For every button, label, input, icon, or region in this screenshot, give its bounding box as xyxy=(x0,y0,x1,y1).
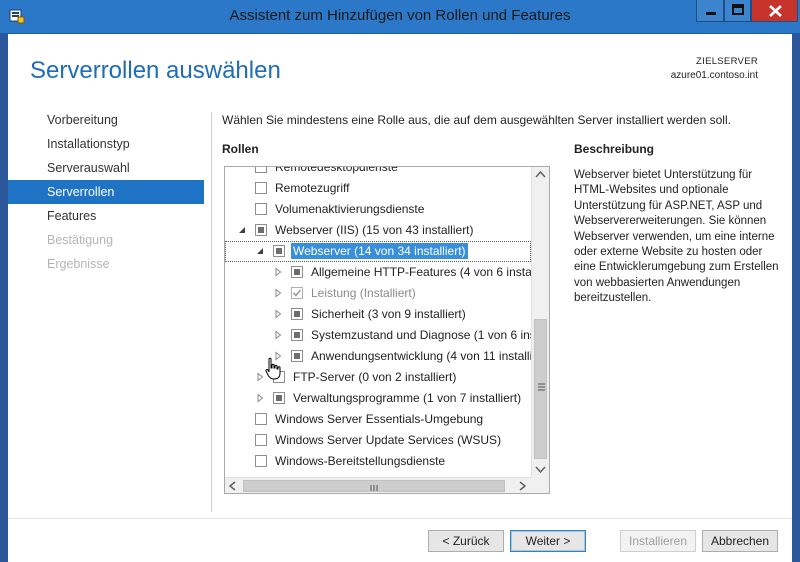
role-label: Windows-Bereitstellungsdienste xyxy=(275,454,446,468)
footer-divider xyxy=(8,518,792,519)
target-server-label: ZIELSERVER xyxy=(696,56,758,67)
role-tree-item[interactable]: Systemzustand und Diagnose (1 von 6 inst… xyxy=(225,325,531,346)
role-tree-item[interactable]: Windows Server Essentials-Umgebung xyxy=(225,409,531,430)
role-label: Webserver (IIS) (15 von 43 installiert) xyxy=(275,223,474,237)
checkmark-icon xyxy=(292,289,302,297)
collapsed-triangle-icon[interactable] xyxy=(273,309,283,319)
role-tree-item[interactable]: Webserver (14 von 34 installiert) xyxy=(225,241,531,262)
role-checkbox[interactable] xyxy=(255,455,267,467)
cancel-button[interactable]: Abbrechen xyxy=(702,530,778,552)
role-checkbox[interactable] xyxy=(255,413,267,425)
role-tree-item[interactable]: Remotedesktopdienste xyxy=(225,167,531,178)
role-checkbox[interactable] xyxy=(273,392,285,404)
role-label: Leistung (Installiert) xyxy=(311,286,416,300)
role-checkbox[interactable] xyxy=(291,350,303,362)
role-tree-item[interactable]: Verwaltungsprogramme (1 von 7 installier… xyxy=(225,388,531,409)
role-checkbox[interactable] xyxy=(291,287,303,299)
role-label: Allgemeine HTTP-Features (4 von 6 instal… xyxy=(311,265,531,279)
collapsed-triangle-icon[interactable] xyxy=(255,393,265,403)
nav-item-installationstyp[interactable]: Installationstyp xyxy=(8,132,204,156)
collapsed-triangle-icon[interactable] xyxy=(273,267,283,277)
vertical-scroll-thumb[interactable] xyxy=(534,319,547,459)
wizard-nav: Vorbereitung Installationstyp Serverausw… xyxy=(8,108,204,276)
role-checkbox[interactable] xyxy=(255,167,267,173)
scroll-left-icon[interactable] xyxy=(225,478,242,494)
expanded-triangle-icon[interactable] xyxy=(237,225,247,235)
role-label: Anwendungsentwicklung (4 von 11 installi… xyxy=(311,349,531,363)
description-heading: Beschreibung xyxy=(574,142,655,156)
role-label: Remotedesktopdienste xyxy=(275,167,398,174)
description-text: Webserver bietet Unterstützung für HTML-… xyxy=(574,169,779,305)
close-icon xyxy=(769,5,782,17)
nav-item-serverauswahl[interactable]: Serverauswahl xyxy=(8,156,204,180)
expanded-triangle-icon[interactable] xyxy=(255,246,265,256)
nav-item-ergebnisse: Ergebnisse xyxy=(47,257,110,271)
role-tree-item[interactable]: Remotezugriff xyxy=(225,178,531,199)
role-tree-item[interactable]: Webserver (IIS) (15 von 43 installiert) xyxy=(225,220,531,241)
role-tree-item[interactable]: Windows-Bereitstellungsdienste xyxy=(225,451,531,472)
maximize-button[interactable] xyxy=(724,0,751,22)
minimize-button[interactable] xyxy=(696,0,724,22)
wizard-client-area: Serverrollen auswählen ZIELSERVER azure0… xyxy=(8,34,792,562)
role-tree-item[interactable]: Allgemeine HTTP-Features (4 von 6 instal… xyxy=(225,262,531,283)
nav-item-serverrollen[interactable]: Serverrollen xyxy=(8,180,204,204)
title-bar: Assistent zum Hinzufügen von Rollen und … xyxy=(0,0,800,34)
minimize-icon xyxy=(706,12,716,15)
roles-tree-viewport: Remotedesktopdienste Remotezugriff Volumen… xyxy=(225,167,531,477)
nav-item-features[interactable]: Features xyxy=(8,204,204,228)
role-checkbox[interactable] xyxy=(255,203,267,215)
role-checkbox[interactable] xyxy=(273,245,285,257)
role-checkbox[interactable] xyxy=(255,434,267,446)
role-label: Sicherheit (3 von 9 installiert) xyxy=(311,307,466,321)
role-checkbox[interactable] xyxy=(291,266,303,278)
role-tree-item[interactable]: Sicherheit (3 von 9 installiert) xyxy=(225,304,531,325)
roles-tree[interactable]: Remotedesktopdienste Remotezugriff Volumen… xyxy=(224,166,550,494)
roles-heading: Rollen xyxy=(222,142,259,156)
role-label: Volumenaktivierungsdienste xyxy=(275,202,425,216)
role-label: Windows Server Update Services (WSUS) xyxy=(275,433,502,447)
page-title: Serverrollen auswählen xyxy=(30,57,281,84)
grip-icon xyxy=(538,383,545,391)
role-checkbox[interactable] xyxy=(255,182,267,194)
role-label: Webserver (14 von 34 installiert) xyxy=(291,243,468,259)
grip-icon xyxy=(370,485,378,491)
role-label: Windows Server Essentials-Umgebung xyxy=(275,412,484,426)
back-button[interactable]: < Zurück xyxy=(428,530,504,552)
role-label: Remotezugriff xyxy=(275,181,350,195)
hand-pointer-icon xyxy=(265,357,281,380)
nav-item-bestaetigung: Bestätigung xyxy=(47,233,114,247)
role-label: Verwaltungsprogramme (1 von 7 installier… xyxy=(293,391,522,405)
instruction-text: Wählen Sie mindestens eine Rolle aus, di… xyxy=(222,113,731,127)
nav-divider xyxy=(211,112,212,512)
close-button[interactable] xyxy=(751,0,798,22)
role-tree-item[interactable]: Volumenaktivierungsdienste xyxy=(225,199,531,220)
horizontal-scroll-thumb[interactable] xyxy=(243,480,505,492)
role-label: Systemzustand und Diagnose (1 von 6 inst… xyxy=(311,328,531,342)
scroll-up-icon[interactable] xyxy=(532,167,549,183)
window-title: Assistent zum Hinzufügen von Rollen und … xyxy=(229,7,571,24)
collapsed-triangle-icon[interactable] xyxy=(273,330,283,340)
install-button: Installieren xyxy=(620,530,696,552)
nav-item-vorbereitung[interactable]: Vorbereitung xyxy=(8,108,204,132)
horizontal-scrollbar[interactable] xyxy=(225,477,531,494)
next-button[interactable]: Weiter > xyxy=(510,530,586,552)
vertical-scrollbar[interactable] xyxy=(531,167,549,477)
target-server-value: azure01.contoso.int xyxy=(670,70,758,81)
scroll-right-icon[interactable] xyxy=(513,478,530,494)
scrollbar-corner xyxy=(531,477,549,493)
role-checkbox[interactable] xyxy=(291,329,303,341)
role-checkbox[interactable] xyxy=(255,224,267,236)
scroll-down-icon[interactable] xyxy=(532,461,549,477)
role-tree-item[interactable]: Leistung (Installiert) xyxy=(225,283,531,304)
role-label: FTP-Server (0 von 2 installiert) xyxy=(293,370,457,384)
maximize-icon xyxy=(732,4,744,15)
role-checkbox[interactable] xyxy=(291,308,303,320)
role-tree-item[interactable]: Windows Server Update Services (WSUS) xyxy=(225,430,531,451)
collapsed-triangle-icon[interactable] xyxy=(273,288,283,298)
